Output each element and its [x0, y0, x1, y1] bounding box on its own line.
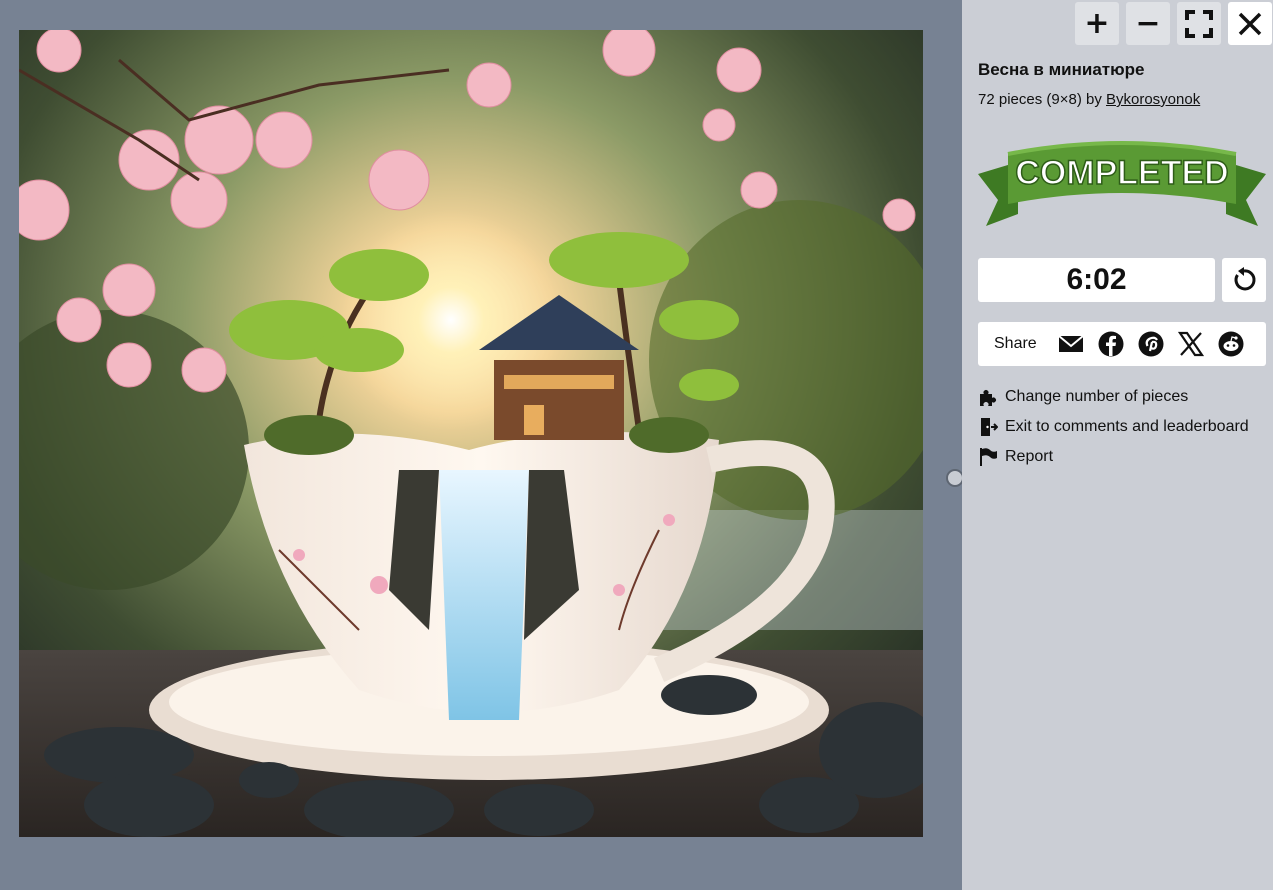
zoom-out-button[interactable]: −: [1126, 2, 1170, 45]
sidebar: + − Весна в миниатюре 72 pieces (9×8) by…: [962, 0, 1273, 890]
puzzle-title: Весна в миниатюре: [978, 60, 1145, 79]
mail-icon[interactable]: [1058, 331, 1084, 357]
restart-button[interactable]: [1222, 258, 1266, 302]
close-button[interactable]: [1228, 2, 1272, 45]
reddit-icon[interactable]: [1218, 331, 1244, 357]
share-bar: Share: [978, 322, 1266, 366]
report-label: Report: [1005, 448, 1054, 465]
minus-icon: −: [1135, 5, 1161, 41]
puzzle-piece-icon: [980, 390, 996, 406]
completed-text: COMPLETED: [1015, 154, 1228, 192]
puzzle-info: 72 pieces (9×8) by Bykorosyonok: [978, 91, 1200, 108]
pinterest-icon[interactable]: [1138, 331, 1164, 357]
exit-comments-label: Exit to comments and leaderboard: [1005, 418, 1249, 435]
piece-count: 72 pieces (9×8) by: [978, 91, 1106, 108]
puzzle-canvas[interactable]: [0, 0, 964, 890]
restart-icon: [1234, 267, 1256, 291]
timer-display: 6:02: [978, 258, 1215, 302]
author-link[interactable]: Bykorosyonok: [1106, 91, 1200, 108]
fullscreen-button[interactable]: [1177, 2, 1221, 45]
report-link[interactable]: Report: [978, 445, 1053, 469]
fullscreen-icon: [1185, 9, 1213, 38]
share-label: Share: [994, 335, 1037, 352]
close-icon: [1238, 12, 1262, 35]
flag-icon: [980, 448, 997, 466]
zoom-in-button[interactable]: +: [1075, 2, 1119, 45]
plus-icon: +: [1084, 5, 1110, 41]
puzzle-image[interactable]: [19, 30, 923, 837]
x-icon[interactable]: [1178, 331, 1204, 357]
facebook-icon[interactable]: [1098, 331, 1124, 357]
exit-door-icon: [981, 418, 998, 436]
exit-comments-link[interactable]: Exit to comments and leaderboard: [978, 415, 1249, 439]
completed-banner: COMPLETED: [978, 134, 1266, 230]
change-pieces-link[interactable]: Change number of pieces: [978, 385, 1188, 409]
change-pieces-label: Change number of pieces: [1005, 388, 1189, 405]
